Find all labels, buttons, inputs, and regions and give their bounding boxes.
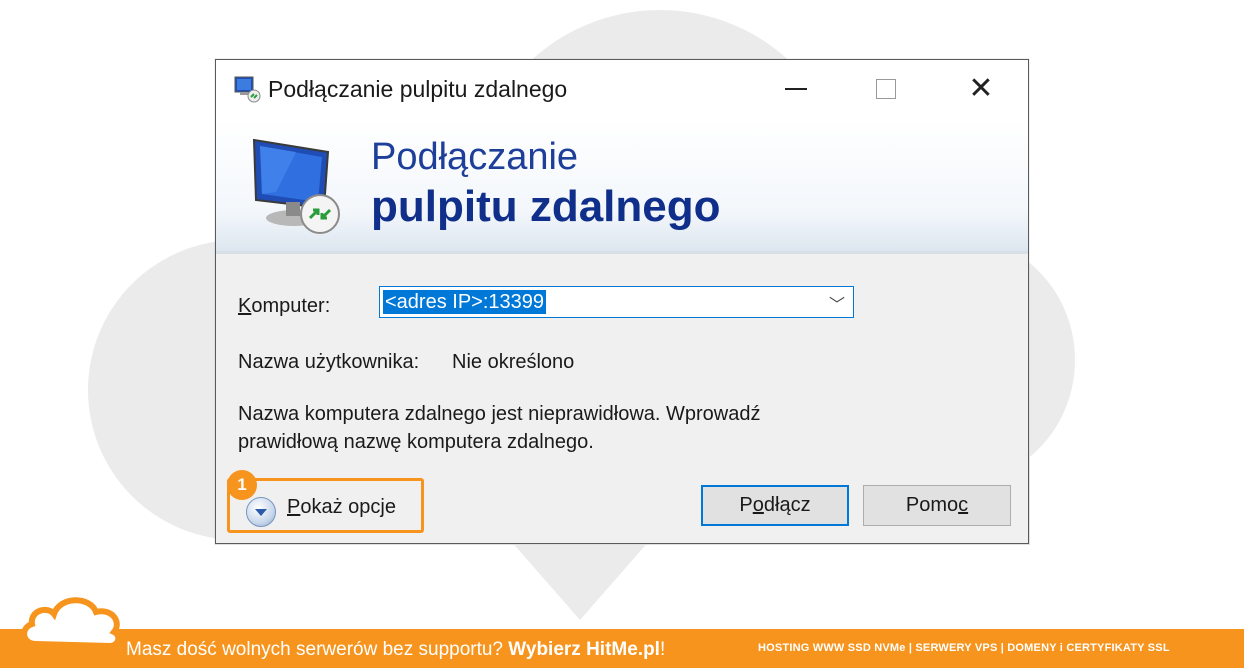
minimize-icon bbox=[785, 88, 807, 90]
computer-combobox[interactable]: <adres IP>:13399 ﹀ bbox=[379, 286, 854, 318]
remote-desktop-icon bbox=[234, 76, 261, 103]
connect-button[interactable]: Po dłącz bbox=[701, 485, 849, 526]
close-button[interactable]: ✕ bbox=[936, 60, 1026, 118]
footer-slogan[interactable]: Masz dość wolnych serwerów bez supportu?… bbox=[126, 639, 665, 661]
header-banner: Podłączanie pulpitu zdalnego bbox=[216, 118, 1028, 254]
error-message: Nazwa komputera zdalnego jest nieprawidł… bbox=[238, 403, 761, 453]
username-label: Nazwa użytkownika: bbox=[238, 351, 420, 373]
window-title: Podłączanie pulpitu zdalnego bbox=[268, 76, 568, 102]
remote-desktop-dialog: Podłączanie pulpitu zdalnego ✕ Podłączan… bbox=[215, 59, 1029, 544]
show-options-highlight[interactable]: 1 Pokaż opcje bbox=[227, 470, 424, 533]
banner-title-line2: pulpitu zdalnego bbox=[371, 182, 721, 231]
remote-desktop-icon bbox=[252, 138, 340, 234]
computer-input-value[interactable]: <adres IP>:13399 bbox=[383, 290, 547, 314]
minimize-button[interactable] bbox=[751, 60, 841, 118]
background-cloud-tail bbox=[510, 540, 650, 620]
expand-options-icon[interactable] bbox=[246, 497, 276, 527]
chevron-down-icon[interactable]: ﹀ bbox=[829, 291, 845, 315]
help-button[interactable]: Pomo c bbox=[863, 485, 1011, 526]
username-value: Nie określono bbox=[452, 351, 575, 373]
cloud-logo-icon bbox=[21, 597, 122, 650]
close-icon: ✕ bbox=[968, 72, 994, 105]
computer-label: Komputer: bbox=[238, 295, 331, 317]
footer-services: HOSTING WWW SSD NVMe | SERWERY VPS | DOM… bbox=[758, 642, 1170, 654]
banner-title-line1: Podłączanie bbox=[371, 136, 579, 178]
title-bar[interactable]: Podłączanie pulpitu zdalnego ✕ bbox=[216, 60, 1028, 118]
maximize-button[interactable] bbox=[841, 60, 931, 118]
show-options-button[interactable]: Pokaż opcje bbox=[287, 496, 396, 519]
maximize-icon bbox=[876, 79, 896, 99]
step-badge: 1 bbox=[227, 470, 257, 500]
